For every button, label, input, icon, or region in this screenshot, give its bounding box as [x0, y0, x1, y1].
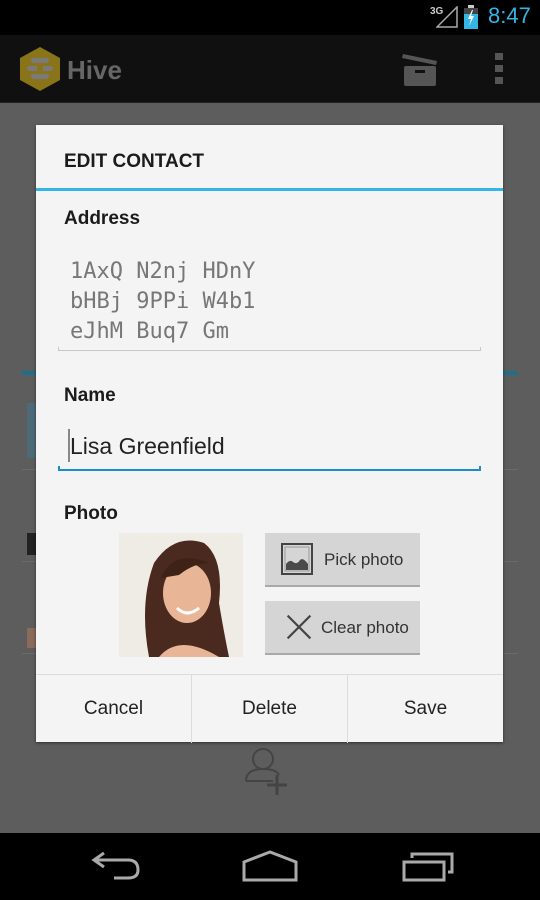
overflow-menu-icon[interactable]: [494, 53, 504, 85]
dialog-button-bar: Cancel Delete Save: [36, 674, 503, 743]
photo-label: Photo: [64, 503, 118, 524]
archive-icon[interactable]: [402, 51, 438, 87]
address-label: Address: [64, 208, 141, 229]
address-field[interactable]: 1AxQ N2nj HDnY bHBj 9PPi W4b1 eJhM Buq7 …: [58, 253, 481, 351]
address-underline: [58, 350, 481, 351]
signal-icon: [436, 6, 458, 28]
battery-charging-icon: [464, 5, 478, 29]
add-contact-icon[interactable]: [243, 743, 295, 798]
title-divider: [36, 188, 503, 191]
image-icon: [281, 543, 313, 575]
name-label: Name: [64, 385, 116, 406]
pick-photo-button[interactable]: Pick photo: [265, 533, 420, 587]
home-icon[interactable]: [240, 850, 300, 884]
action-bar: Hive: [0, 35, 540, 103]
cancel-button[interactable]: Cancel: [36, 675, 191, 743]
delete-button[interactable]: Delete: [192, 675, 347, 743]
name-value: Lisa Greenfield: [70, 433, 225, 459]
clear-photo-button[interactable]: Clear photo: [265, 601, 420, 655]
navigation-bar: [0, 833, 540, 900]
hive-logo-icon[interactable]: [20, 47, 60, 91]
back-icon[interactable]: [82, 850, 142, 884]
name-underline: [58, 469, 481, 471]
clock: 8:47: [488, 3, 531, 28]
name-input[interactable]: Lisa Greenfield: [58, 421, 481, 471]
recent-apps-icon[interactable]: [400, 850, 460, 884]
clear-photo-label: Clear photo: [321, 618, 409, 637]
pick-photo-label: Pick photo: [324, 550, 404, 569]
contact-photo-image: [119, 533, 243, 657]
contact-photo: [119, 533, 243, 657]
save-button[interactable]: Save: [348, 675, 503, 743]
address-value: 1AxQ N2nj HDnY bHBj 9PPi W4b1 eJhM Buq7 …: [70, 259, 256, 344]
dialog-title: EDIT CONTACT: [64, 151, 205, 172]
status-bar: 3G 8:47: [0, 0, 540, 35]
clear-icon: [286, 614, 312, 640]
edit-contact-dialog: EDIT CONTACT Address 1AxQ N2nj HDnY bHBj…: [36, 125, 503, 743]
app-title: Hive: [67, 55, 122, 85]
